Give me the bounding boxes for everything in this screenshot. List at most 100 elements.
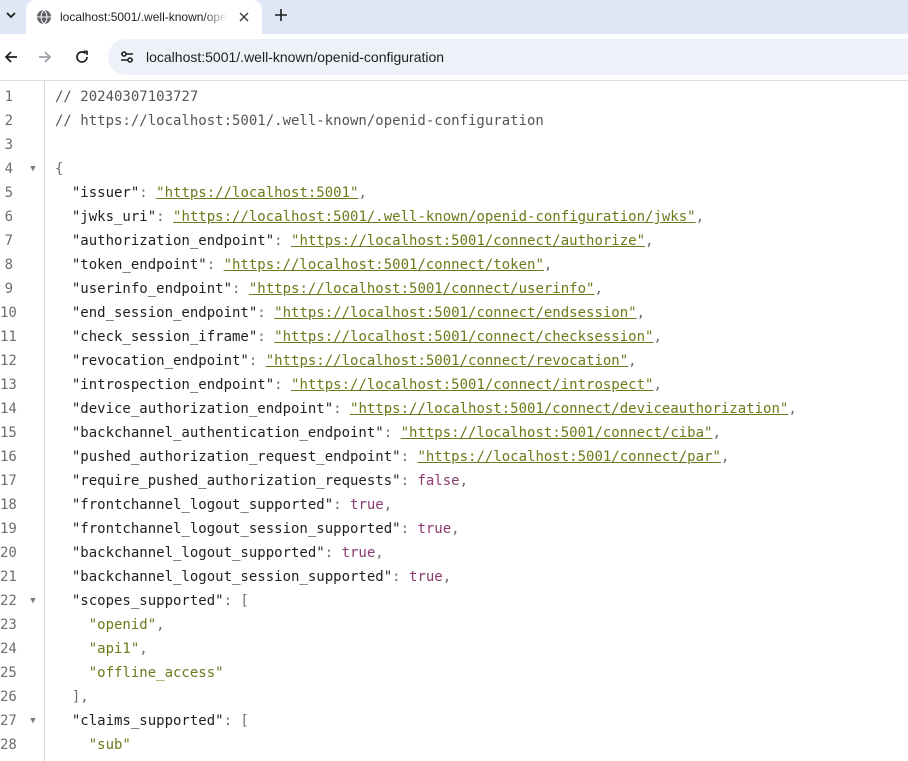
back-button[interactable]: [0, 43, 25, 71]
code-line: 28 "sub": [0, 733, 908, 757]
code-token: :: [206, 257, 224, 273]
line-number: 17: [0, 473, 17, 489]
code-token: "claims_supported": [55, 713, 224, 729]
url-link[interactable]: "https://localhost:5001/connect/endsessi…: [274, 305, 636, 321]
code-line: 14 "device_authorization_endpoint": "htt…: [0, 397, 908, 421]
code-token: :: [383, 425, 401, 441]
tune-icon[interactable]: [118, 48, 136, 66]
code-line: 10 "end_session_endpoint": "https://loca…: [0, 301, 908, 325]
code-token: ,: [636, 305, 646, 321]
fold-toggle-icon[interactable]: ▼: [28, 589, 38, 613]
close-icon[interactable]: [236, 9, 252, 25]
url-link[interactable]: "https://localhost:5001": [156, 185, 358, 201]
code-content: "require_pushed_authorization_requests":…: [55, 469, 468, 493]
line-number: 28: [0, 737, 17, 753]
code-content: // https://localhost:5001/.well-known/op…: [55, 109, 544, 133]
code-token: "sub": [55, 737, 131, 753]
code-content: "device_authorization_endpoint": "https:…: [55, 397, 797, 421]
code-content: "claims_supported": [: [55, 709, 249, 733]
code-line: 8 "token_endpoint": "https://localhost:5…: [0, 253, 908, 277]
line-number: 21: [0, 569, 17, 585]
code-token: ,: [594, 281, 603, 297]
code-token: "backchannel_logout_session_supported": [55, 569, 393, 585]
line-number: 1: [4, 89, 13, 105]
code-content: "backchannel_authentication_endpoint": "…: [55, 421, 721, 445]
code-content: "offline_access": [55, 661, 224, 685]
code-token: :: [400, 449, 418, 465]
code-content: "api1",: [55, 637, 148, 661]
code-content: "check_session_iframe": "https://localho…: [55, 325, 662, 349]
code-token: ],: [55, 689, 89, 705]
code-token: "revocation_endpoint": [55, 353, 249, 369]
code-content: "issuer": "https://localhost:5001",: [55, 181, 367, 205]
code-token: : [: [223, 713, 249, 729]
code-line: 18 "frontchannel_logout_supported": true…: [0, 493, 908, 517]
code-line: 7 "authorization_endpoint": "https://loc…: [0, 229, 908, 253]
line-number: 11: [0, 329, 17, 345]
url-link[interactable]: "https://localhost:5001/connect/userinfo…: [249, 281, 595, 297]
code-token: "scopes_supported": [55, 593, 224, 609]
url-link[interactable]: "https://localhost:5001/connect/revocati…: [266, 353, 628, 369]
line-number: 14: [0, 401, 17, 417]
code-token: ,: [788, 401, 797, 417]
code-line: 13 "introspection_endpoint": "https://lo…: [0, 373, 908, 397]
url-link[interactable]: "https://localhost:5001/connect/introspe…: [291, 377, 653, 393]
url-link[interactable]: "https://localhost:5001/connect/checkses…: [274, 329, 653, 345]
code-token: :: [392, 569, 410, 585]
arrow-left-icon: [4, 51, 17, 63]
code-token: "offline_access": [55, 665, 224, 681]
url-link[interactable]: "https://localhost:5001/connect/token": [224, 257, 544, 273]
fold-toggle-icon[interactable]: ▼: [28, 709, 38, 733]
code-token: ,: [720, 449, 730, 465]
browser-tab[interactable]: localhost:5001/.well-known/openid-config…: [26, 0, 262, 34]
code-token: :: [156, 209, 174, 225]
code-token: ,: [442, 569, 452, 585]
line-number: 15: [0, 425, 17, 441]
code-content: "scopes_supported": [: [55, 589, 249, 613]
code-token: true: [417, 521, 452, 537]
url-link[interactable]: "https://localhost:5001/connect/par": [417, 449, 720, 465]
code-token: : [: [223, 593, 249, 609]
line-number: 19: [0, 521, 17, 537]
code-token: :: [139, 185, 157, 201]
url-link[interactable]: "https://localhost:5001/connect/authoriz…: [291, 233, 645, 249]
code-line: 19 "frontchannel_logout_session_supporte…: [0, 517, 908, 541]
code-content: "backchannel_logout_supported": true,: [55, 541, 384, 565]
code-token: ,: [358, 185, 367, 201]
code-line: 17 "require_pushed_authorization_request…: [0, 469, 908, 493]
code-line: 21 "backchannel_logout_session_supported…: [0, 565, 908, 589]
code-token: ,: [156, 617, 165, 633]
line-number: 10: [0, 305, 17, 321]
chevron-down-icon: [6, 12, 16, 19]
code-content: // 20240307103727: [55, 85, 198, 109]
code-token: "device_authorization_endpoint": [55, 401, 334, 417]
code-content: "end_session_endpoint": "https://localho…: [55, 301, 645, 325]
line-number: 2: [4, 113, 13, 129]
new-tab-button[interactable]: [270, 4, 292, 26]
url-link[interactable]: "https://localhost:5001/.well-known/open…: [173, 209, 696, 225]
forward-button[interactable]: [31, 43, 59, 71]
code-token: true: [350, 497, 384, 513]
code-content: "frontchannel_logout_session_supported":…: [55, 517, 460, 541]
address-bar[interactable]: localhost:5001/.well-known/openid-config…: [108, 39, 908, 75]
tab-search-button[interactable]: [0, 0, 22, 30]
url-link[interactable]: "https://localhost:5001/connect/ciba": [401, 425, 713, 441]
code-token: :: [248, 353, 266, 369]
code-token: ,: [645, 233, 654, 249]
code-line: 5 "issuer": "https://localhost:5001",: [0, 181, 908, 205]
code-content: "sub": [55, 733, 131, 757]
line-number: 7: [4, 233, 13, 249]
code-line: 20 "backchannel_logout_supported": true,: [0, 541, 908, 565]
browser-toolbar: localhost:5001/.well-known/openid-config…: [0, 34, 908, 81]
code-token: :: [333, 497, 351, 513]
code-token: // 20240307103727: [55, 89, 199, 105]
url-link[interactable]: "https://localhost:5001/connect/deviceau…: [350, 401, 788, 417]
line-number: 8: [4, 257, 13, 273]
reload-button[interactable]: [68, 43, 96, 71]
code-token: "introspection_endpoint": [55, 377, 275, 393]
code-line: 23 "openid",: [0, 613, 908, 637]
globe-icon: [36, 9, 52, 25]
fold-toggle-icon[interactable]: ▼: [28, 157, 38, 181]
code-token: true: [409, 569, 443, 585]
code-token: "userinfo_endpoint": [55, 281, 233, 297]
